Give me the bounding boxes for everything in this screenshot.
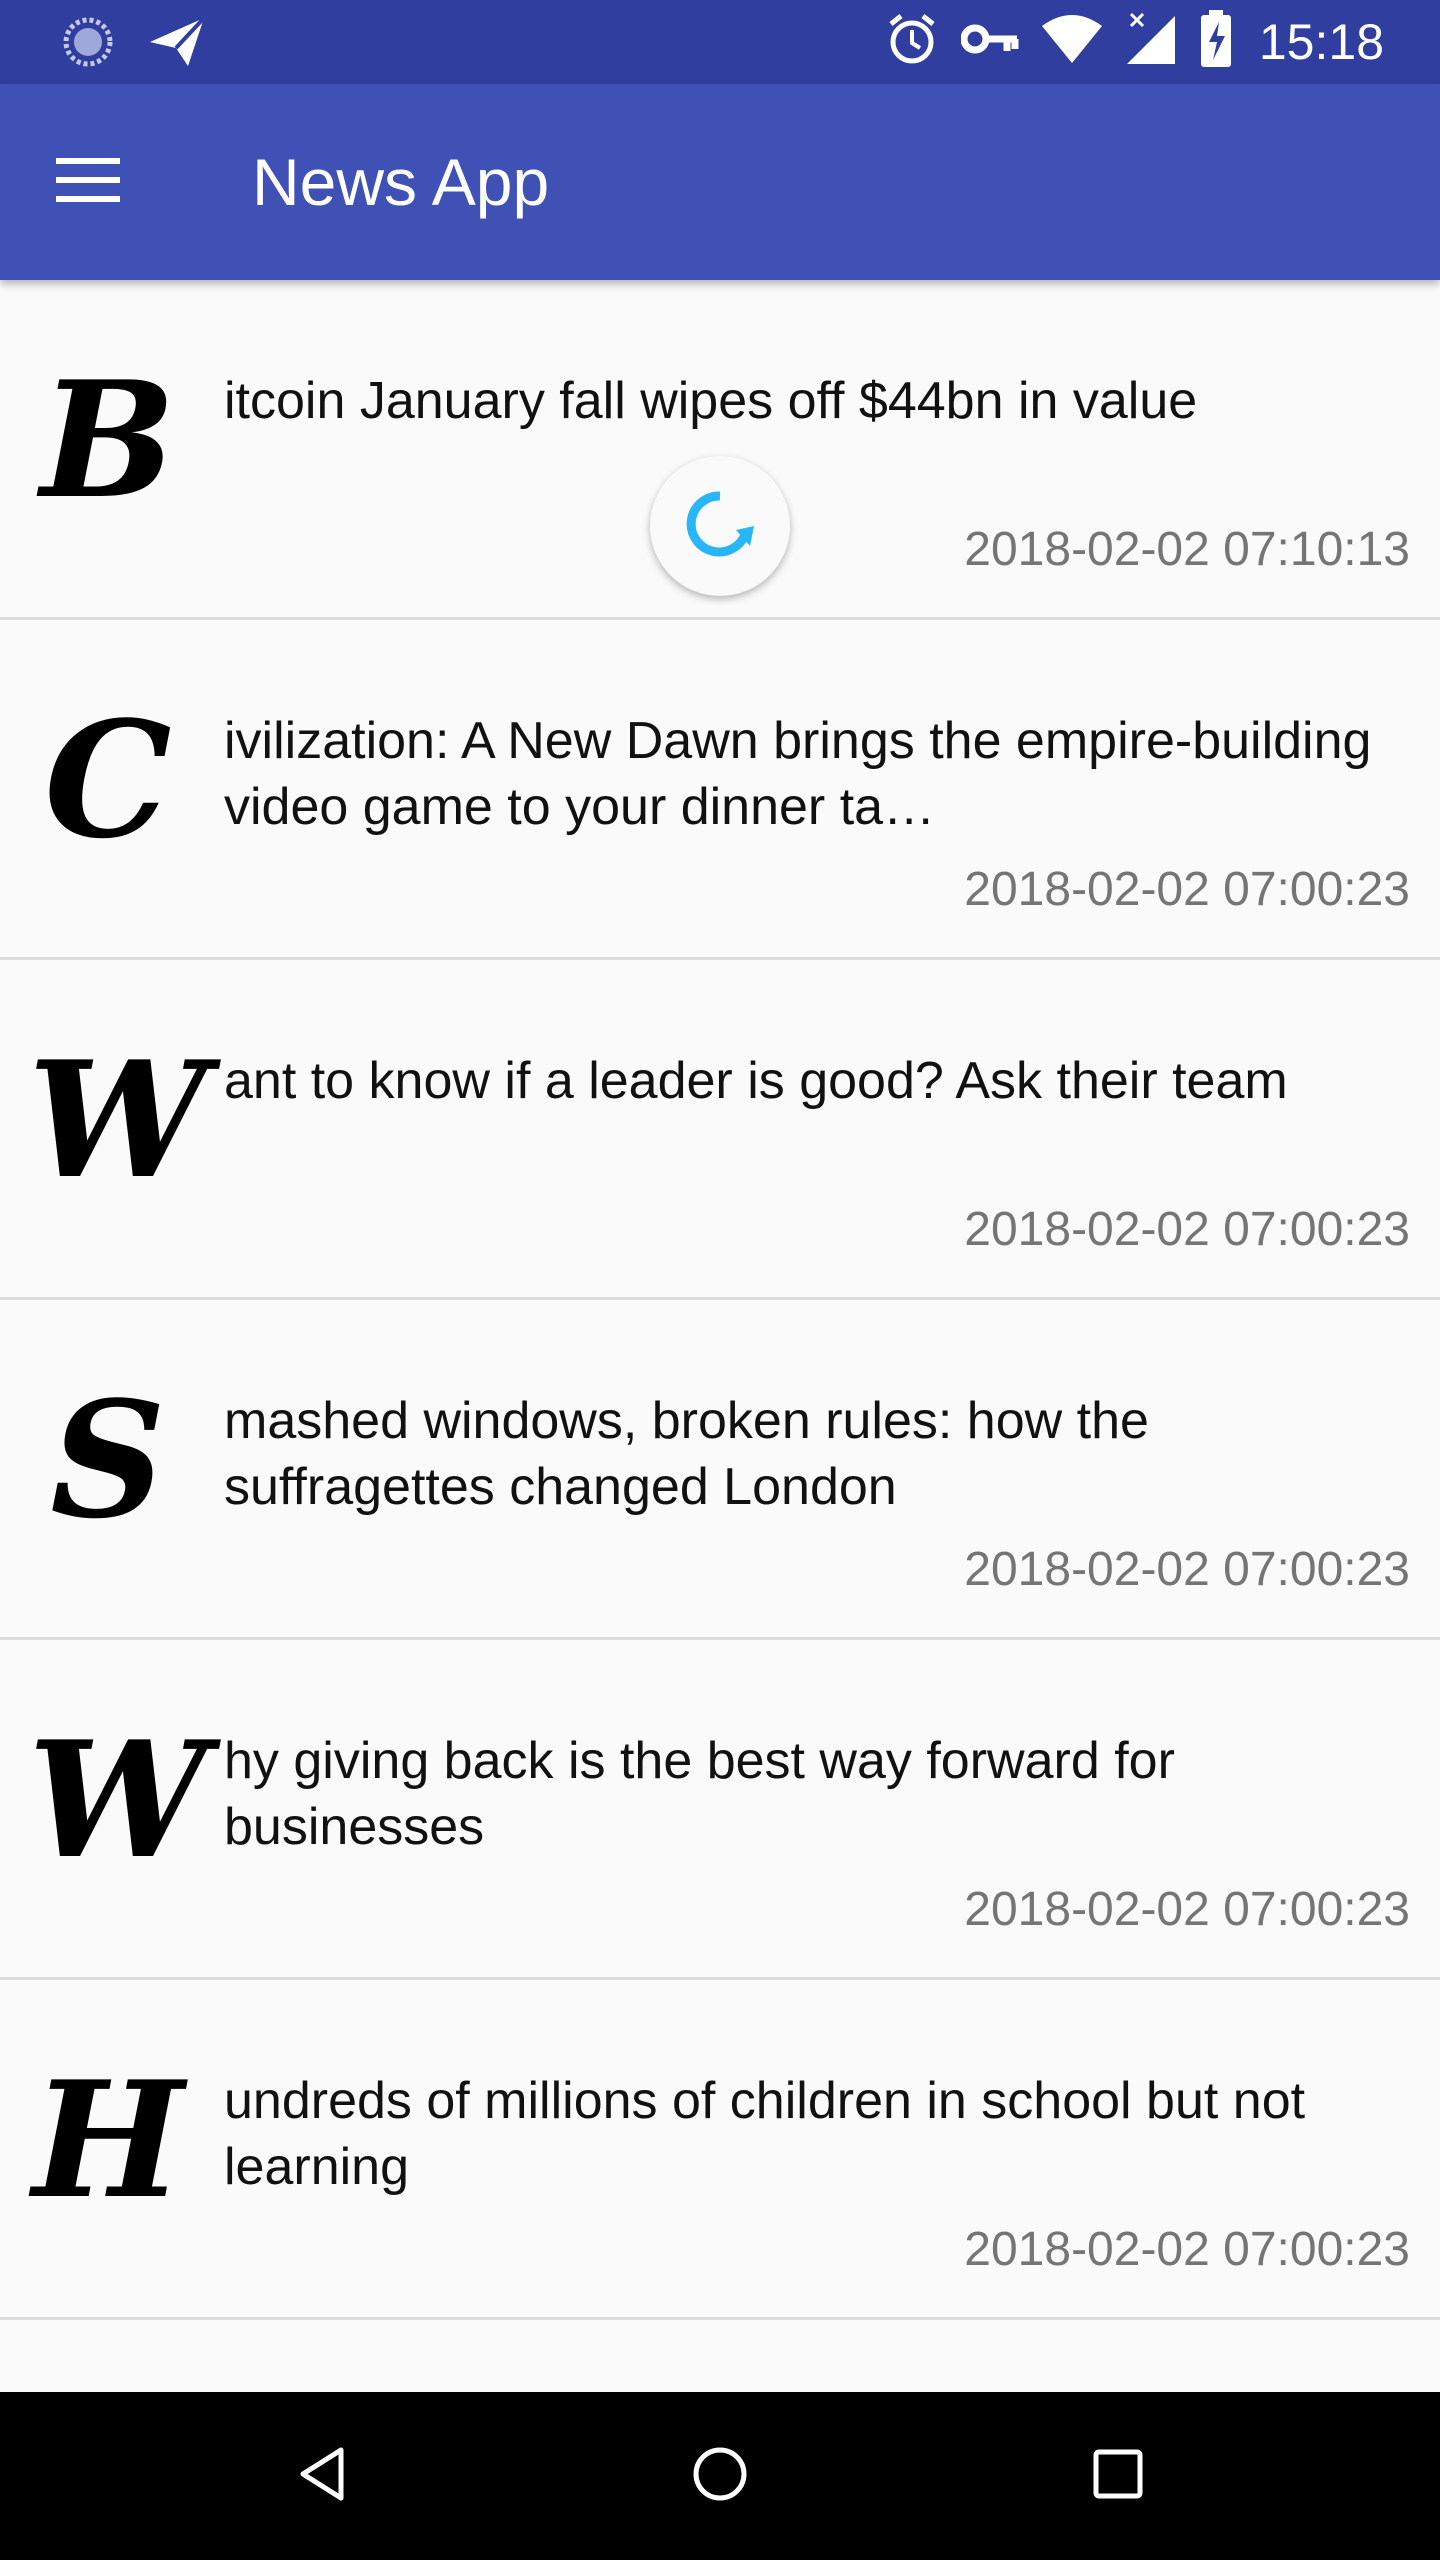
news-date: 2018-02-02 07:00:23 [964,1543,1410,1596]
status-left-icons [62,16,206,73]
news-title: itcoin January fall wipes off $44bn in v… [224,372,1198,430]
news-title: undreds of millions of children in schoo… [224,2072,1306,2196]
news-list[interactable]: B itcoin January fall wipes off $44bn in… [0,280,1440,2390]
status-bar: 15:18 [0,0,1440,84]
news-title: ant to know if a leader is good? Ask the… [224,1052,1288,1110]
news-item[interactable]: H undreds of millions of children in sch… [0,1980,1440,2320]
alarm-icon [885,12,939,71]
news-item[interactable]: S mashed windows, broken rules: how the … [0,1300,1440,1640]
wifi-icon [1041,14,1103,69]
app-title: News App [252,145,550,219]
battery-icon [1199,10,1233,73]
home-icon [691,2445,749,2508]
news-item[interactable]: W ant to know if a leader is good? Ask t… [0,960,1440,1300]
menu-button[interactable] [40,134,136,230]
news-date: 2018-02-02 07:00:23 [964,1203,1410,1256]
news-date: 2018-02-02 07:00:23 [964,2223,1410,2276]
app-bar: News App [0,84,1440,280]
signal-icon [1125,12,1177,71]
recents-button[interactable] [1070,2428,1166,2524]
recents-icon [1092,2448,1144,2505]
news-date: 2018-02-02 07:00:23 [964,863,1410,916]
back-button[interactable] [274,2428,370,2524]
loading-circle-icon [62,16,114,73]
news-initial-letter: H [32,2046,184,2234]
refresh-indicator [650,456,790,596]
menu-icon [54,154,122,211]
news-date: 2018-02-02 07:10:13 [964,523,1410,576]
back-icon [297,2446,347,2507]
key-icon [960,19,1019,64]
news-item[interactable]: W hy giving back is the best way forward… [0,1640,1440,1980]
home-button[interactable] [672,2428,768,2524]
news-initial-letter: W [28,1026,208,1214]
news-title: hy giving back is the best way forward f… [224,1732,1175,1856]
news-initial-letter: W [28,1706,208,1894]
news-initial-letter: C [44,686,172,874]
status-right-icons: 15:18 [885,10,1384,73]
news-date: 2018-02-02 07:00:23 [964,1883,1410,1936]
news-app-screen: 15:18 News App B itcoin January fall wip… [0,0,1440,2560]
news-title: mashed windows, broken rules: how the su… [224,1392,1149,1516]
news-title: ivilization: A New Dawn brings the empir… [224,712,1372,836]
navigation-bar [0,2392,1440,2560]
news-initial-letter: S [50,1366,166,1554]
news-initial-letter: B [40,346,176,534]
send-icon [148,16,206,73]
refresh-icon [680,484,760,569]
news-item[interactable]: C ivilization: A New Dawn brings the emp… [0,620,1440,960]
status-time: 15:18 [1258,13,1384,70]
